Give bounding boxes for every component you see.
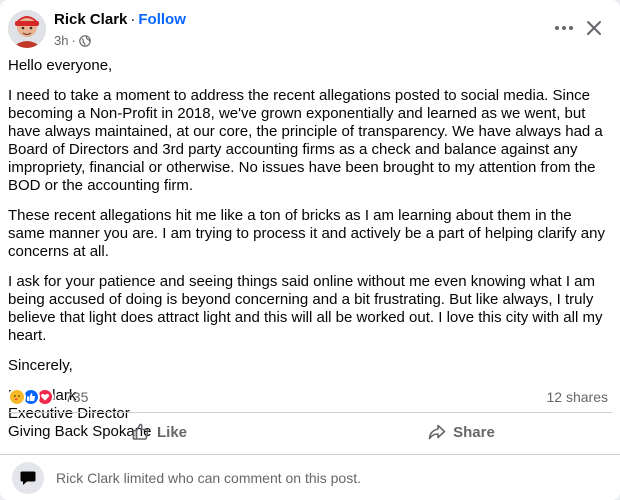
comment-restriction-bar: Rick Clark limited who can comment on th… [0, 455, 620, 500]
author-name[interactable]: Rick Clark [54, 11, 127, 28]
share-icon [428, 424, 446, 440]
post-paragraph: I ask for your patience and seeing thing… [8, 273, 603, 344]
share-label: Share [453, 423, 495, 441]
follow-button[interactable]: Follow [138, 11, 186, 28]
close-icon[interactable] [582, 16, 606, 40]
like-button[interactable]: Like [8, 414, 310, 450]
post-actions: Like Share [8, 414, 612, 450]
author-avatar[interactable] [8, 10, 46, 48]
post-meta: 3h · [54, 33, 91, 48]
name-separator: · [130, 11, 136, 28]
divider [8, 412, 612, 413]
thumbs-up-icon [132, 423, 149, 440]
reaction-count[interactable]: 735 [65, 389, 88, 405]
post-body: Hello everyone, I need to take a moment … [8, 57, 612, 441]
care-icon [8, 388, 26, 406]
comment-restriction-notice: Rick Clark limited who can comment on th… [56, 469, 361, 486]
author-line: Rick Clark · Follow [54, 11, 186, 28]
meta-separator: · [71, 33, 76, 48]
like-label: Like [156, 423, 187, 441]
post-card: Rick Clark · Follow 3h · Hello everyone,… [0, 0, 620, 500]
post-header: Rick Clark · Follow 3h · [0, 0, 620, 56]
post-paragraph: Sincerely, [8, 357, 73, 374]
post-paragraph: Hello everyone, [8, 57, 113, 74]
avatar-image [8, 10, 46, 48]
shares-count[interactable]: 12 shares [547, 389, 608, 405]
comment-bubble-icon [12, 461, 44, 494]
post-paragraph: These recent allegations hit me like a t… [8, 207, 605, 260]
more-options-icon[interactable] [552, 16, 576, 40]
reaction-icons[interactable] [8, 388, 54, 406]
share-button[interactable]: Share [310, 414, 612, 450]
post-time[interactable]: 3h [54, 33, 68, 48]
globe-icon [79, 34, 91, 47]
reactions-summary: 735 12 shares [8, 386, 608, 408]
post-paragraph: I need to take a moment to address the r… [8, 87, 603, 194]
